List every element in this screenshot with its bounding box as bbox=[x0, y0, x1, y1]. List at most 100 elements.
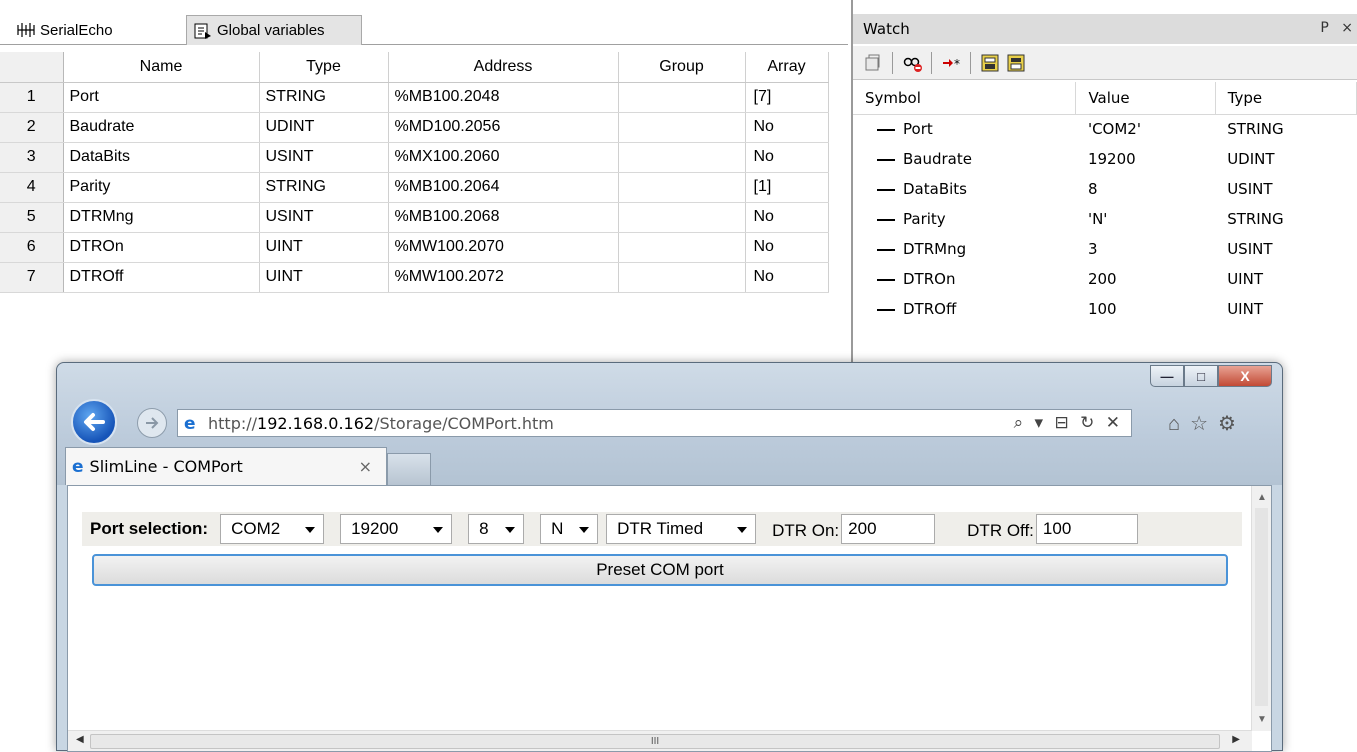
column-header-type[interactable]: Type bbox=[1215, 82, 1357, 115]
minimize-button[interactable]: — bbox=[1150, 365, 1184, 387]
corner-cell[interactable] bbox=[0, 52, 64, 83]
watch-row[interactable]: DataBits 8 USINT bbox=[853, 174, 1357, 204]
watch-row[interactable]: DTROn 200 UINT bbox=[853, 264, 1357, 294]
cell-address[interactable]: %MD100.2056 bbox=[388, 112, 619, 143]
vertical-scrollbar[interactable]: ▲ ▼ bbox=[1251, 486, 1271, 731]
table-row[interactable]: 2 Baudrate UDINT %MD100.2056 No bbox=[0, 112, 829, 143]
horizontal-scrollbar[interactable]: ◀ III ▶ bbox=[68, 730, 1252, 751]
row-number[interactable]: 5 bbox=[0, 202, 64, 233]
row-number[interactable]: 3 bbox=[0, 142, 64, 173]
scroll-down-icon[interactable]: ▼ bbox=[1257, 714, 1267, 725]
cell-type[interactable]: USINT bbox=[259, 142, 389, 173]
row-number[interactable]: 7 bbox=[0, 262, 64, 293]
cell-array[interactable]: No bbox=[745, 202, 829, 233]
address-bar[interactable]: e http://192.168.0.162/Storage/COMPort.h… bbox=[177, 409, 1132, 437]
baud-select[interactable]: 19200 bbox=[340, 514, 453, 544]
cell-address[interactable]: %MW100.2072 bbox=[388, 262, 619, 293]
table-row[interactable]: 6 DTROn UINT %MW100.2070 No bbox=[0, 232, 829, 263]
pin-icon[interactable]: Ρ bbox=[1320, 20, 1328, 36]
row-number[interactable]: 2 bbox=[0, 112, 64, 143]
parity-select[interactable]: N bbox=[540, 514, 599, 544]
databits-select[interactable]: 8 bbox=[468, 514, 525, 544]
tab-close-icon[interactable]: × bbox=[359, 457, 372, 476]
cell-name[interactable]: DTRMng bbox=[63, 202, 260, 233]
watch-value[interactable]: 'N' bbox=[1076, 204, 1215, 234]
home-favorites-tools-icons[interactable]: ⌂☆⚙ bbox=[1168, 411, 1246, 436]
table-row[interactable]: 5 DTRMng USINT %MB100.2068 No bbox=[0, 202, 829, 233]
watch-value[interactable]: 3 bbox=[1076, 234, 1215, 264]
column-header-group[interactable]: Group bbox=[618, 52, 746, 83]
cell-array[interactable]: No bbox=[745, 142, 829, 173]
dtr-off-input[interactable]: 100 bbox=[1035, 514, 1138, 544]
cell-name[interactable]: Parity bbox=[63, 172, 260, 203]
export-icon[interactable] bbox=[1006, 53, 1026, 73]
cell-type[interactable]: USINT bbox=[259, 202, 389, 233]
watch-row[interactable]: Parity 'N' STRING bbox=[853, 204, 1357, 234]
cell-array[interactable]: No bbox=[745, 112, 829, 143]
cell-type[interactable]: STRING bbox=[259, 82, 389, 113]
address-bar-actions[interactable]: ⌕ ▾ ⊟ ↻ ✕ bbox=[1014, 413, 1123, 433]
cell-name[interactable]: Baudrate bbox=[63, 112, 260, 143]
row-number[interactable]: 4 bbox=[0, 172, 64, 203]
column-header-type[interactable]: Type bbox=[259, 52, 389, 83]
watch-remove-icon[interactable] bbox=[902, 53, 922, 73]
cell-array[interactable]: No bbox=[745, 262, 829, 293]
cell-group[interactable] bbox=[618, 82, 746, 113]
cell-address[interactable]: %MB100.2064 bbox=[388, 172, 619, 203]
cell-group[interactable] bbox=[618, 262, 746, 293]
scroll-up-icon[interactable]: ▲ bbox=[1257, 492, 1267, 503]
cell-group[interactable] bbox=[618, 202, 746, 233]
scroll-right-icon[interactable]: ▶ bbox=[1232, 734, 1240, 745]
preset-com-port-button[interactable]: Preset COM port bbox=[92, 554, 1228, 586]
watch-value[interactable]: 19200 bbox=[1076, 144, 1215, 174]
hscroll-thumb[interactable]: III bbox=[90, 734, 1220, 749]
browser-tab-active[interactable]: e SlimLine - COMPort × bbox=[65, 447, 387, 485]
close-icon[interactable]: × bbox=[1341, 20, 1353, 36]
forward-button[interactable] bbox=[137, 408, 167, 438]
column-header-name[interactable]: Name bbox=[63, 52, 260, 83]
import-icon[interactable] bbox=[980, 53, 1000, 73]
column-header-address[interactable]: Address bbox=[388, 52, 619, 83]
properties-icon[interactable] bbox=[863, 53, 883, 73]
cell-name[interactable]: Port bbox=[63, 82, 260, 113]
cell-type[interactable]: UINT bbox=[259, 262, 389, 293]
cell-address[interactable]: %MB100.2048 bbox=[388, 82, 619, 113]
cell-address[interactable]: %MW100.2070 bbox=[388, 232, 619, 263]
cell-name[interactable]: DTROn bbox=[63, 232, 260, 263]
scroll-thumb[interactable] bbox=[1255, 508, 1268, 706]
back-button[interactable] bbox=[71, 399, 117, 445]
table-row[interactable]: 7 DTROff UINT %MW100.2072 No bbox=[0, 262, 829, 293]
cell-type[interactable]: STRING bbox=[259, 172, 389, 203]
cell-array[interactable]: [7] bbox=[745, 82, 829, 113]
watch-value[interactable]: 8 bbox=[1076, 174, 1215, 204]
cell-name[interactable]: DTROff bbox=[63, 262, 260, 293]
table-row[interactable]: 3 DataBits USINT %MX100.2060 No bbox=[0, 142, 829, 173]
row-number[interactable]: 1 bbox=[0, 82, 64, 113]
add-symbol-icon[interactable]: * bbox=[941, 53, 961, 73]
maximize-button[interactable]: □ bbox=[1184, 365, 1218, 387]
cell-group[interactable] bbox=[618, 112, 746, 143]
cell-address[interactable]: %MX100.2060 bbox=[388, 142, 619, 173]
cell-group[interactable] bbox=[618, 142, 746, 173]
cell-address[interactable]: %MB100.2068 bbox=[388, 202, 619, 233]
row-number[interactable]: 6 bbox=[0, 232, 64, 263]
column-header-array[interactable]: Array bbox=[745, 52, 829, 83]
tab-serialecho[interactable]: SerialEcho bbox=[10, 15, 180, 45]
dtr-on-input[interactable]: 200 bbox=[841, 514, 936, 544]
cell-array[interactable]: [1] bbox=[745, 172, 829, 203]
scroll-left-icon[interactable]: ◀ bbox=[76, 734, 84, 745]
watch-row[interactable]: DTRMng 3 USINT bbox=[853, 234, 1357, 264]
dtr-mode-select[interactable]: DTR Timed bbox=[606, 514, 757, 544]
watch-value[interactable]: 200 bbox=[1076, 264, 1215, 294]
column-header-value[interactable]: Value bbox=[1075, 82, 1216, 115]
watch-row[interactable]: Port 'COM2' STRING bbox=[853, 114, 1357, 144]
table-row[interactable]: 4 Parity STRING %MB100.2064 [1] bbox=[0, 172, 829, 203]
close-button[interactable]: X bbox=[1218, 365, 1272, 387]
cell-type[interactable]: UINT bbox=[259, 232, 389, 263]
watch-row[interactable]: Baudrate 19200 UDINT bbox=[853, 144, 1357, 174]
watch-value[interactable]: 100 bbox=[1076, 294, 1215, 324]
port-select[interactable]: COM2 bbox=[220, 514, 325, 544]
table-row[interactable]: 1 Port STRING %MB100.2048 [7] bbox=[0, 82, 829, 113]
new-tab-button[interactable] bbox=[387, 453, 431, 485]
watch-value[interactable]: 'COM2' bbox=[1076, 114, 1215, 144]
